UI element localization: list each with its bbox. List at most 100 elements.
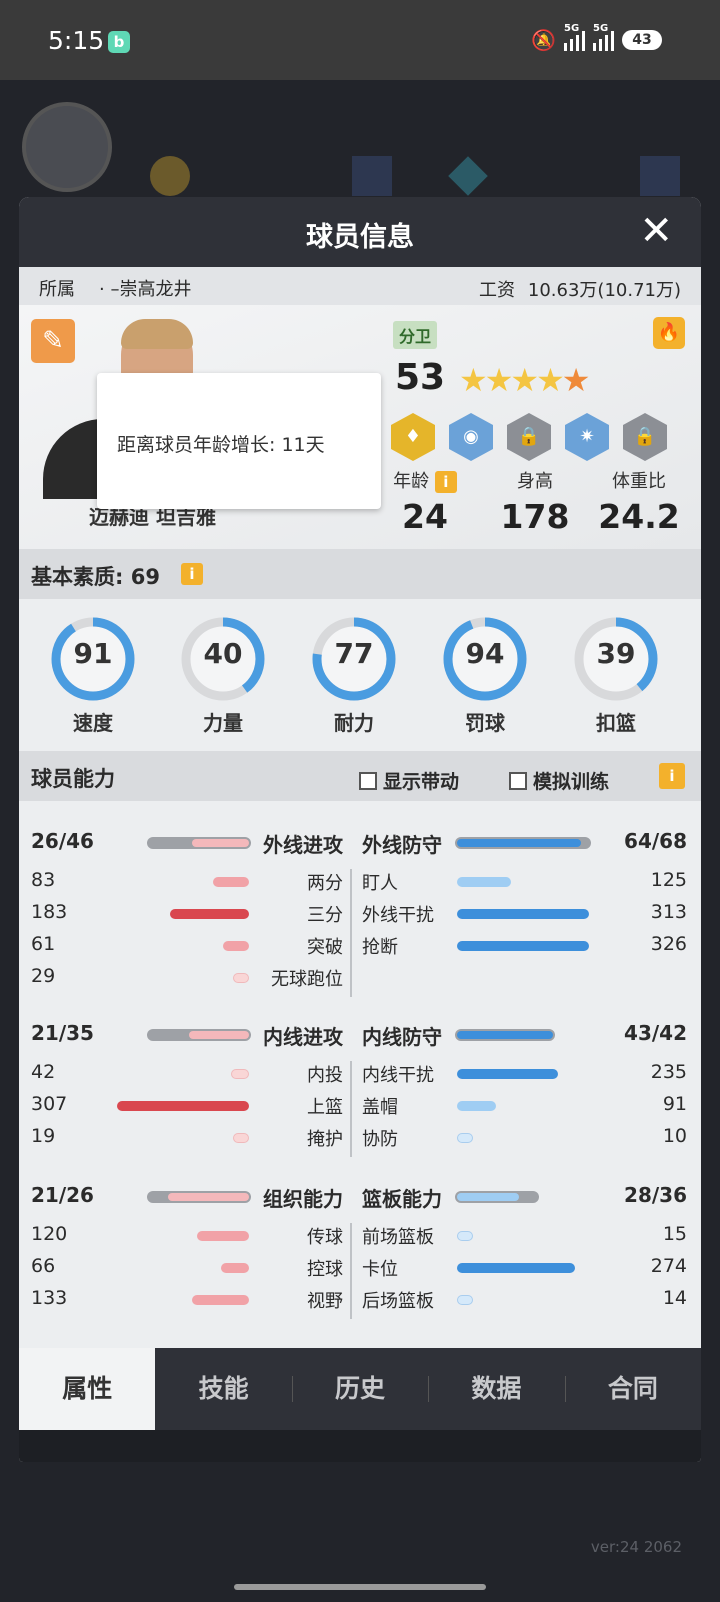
signal-5g-icon: 5G (564, 23, 585, 51)
abilities-header: 球员能力 显示带动 模拟训练 i (19, 751, 701, 801)
abilities-title: 球员能力 (31, 767, 115, 791)
locked-badge-icon[interactable]: 🔒 (507, 413, 551, 461)
trait-badge-web[interactable]: ✷ (565, 413, 609, 461)
gauge-label: 速度 (73, 711, 113, 735)
right-stat-value: 10 (662, 1125, 687, 1147)
right-stat-bar (457, 1231, 473, 1241)
left-stat-name: 传球 (307, 1227, 343, 1248)
left-stat-value: 183 (31, 901, 68, 923)
show-drive-checkbox[interactable]: 显示带动 (359, 767, 459, 794)
right-stat-bar (457, 1133, 473, 1143)
left-stat-value: 83 (31, 869, 56, 891)
age-info-icon[interactable]: i (434, 471, 457, 493)
group-left-bar (147, 837, 251, 849)
left-stat-value: 61 (31, 933, 56, 955)
mute-icon: 🔕 (531, 28, 556, 52)
right-stat-bar (457, 941, 589, 951)
tab-item[interactable]: 历史 (291, 1348, 428, 1430)
right-stat-value: 14 (662, 1287, 687, 1309)
right-stat-name: 后场篮板 (362, 1291, 434, 1312)
right-stat-value: 326 (650, 933, 687, 955)
coin-icon (150, 156, 190, 196)
edit-player-icon[interactable]: ✎ (31, 319, 75, 363)
right-stat-name: 内线干扰 (362, 1065, 434, 1086)
group-left-score: 21/26 (31, 1183, 94, 1207)
column-divider (350, 1061, 352, 1157)
basic-info-icon[interactable]: i (181, 563, 203, 585)
trait-badge-gold[interactable]: ♦ (391, 413, 435, 461)
player-info-modal: 球员信息 ✕ 所属 · –崇高龙井 工资 10.63万(10.71万) ✎ 迈赫… (19, 197, 701, 1462)
group-left-score: 21/35 (31, 1021, 94, 1045)
right-stat-bar (457, 909, 589, 919)
app-notification-icon: b (108, 31, 130, 53)
gauge-label: 力量 (203, 711, 243, 735)
gauge-item: 91 速度 (49, 615, 137, 736)
status-time: 5:15 (48, 26, 105, 55)
height-label: 身高 (517, 471, 553, 492)
left-stat-bar (230, 1069, 249, 1079)
team-logo (22, 102, 112, 192)
left-stat-name: 两分 (307, 873, 343, 894)
home-indicator[interactable] (234, 1584, 486, 1590)
fire-icon[interactable]: 🔥 (653, 317, 685, 349)
right-stat-name: 前场篮板 (362, 1227, 434, 1248)
gauge-value: 39 (596, 637, 636, 670)
position-badge: 分卫 (393, 321, 438, 349)
gauge-item: 39 扣篮 (572, 615, 660, 736)
left-stat-name: 三分 (307, 905, 343, 926)
group-right-bar (455, 1029, 555, 1041)
add-coin-button (352, 156, 392, 196)
bmi-value: 24.2 (598, 497, 680, 536)
bottom-nav-dim (19, 1430, 701, 1462)
gauge-label: 罚球 (465, 711, 505, 735)
right-stat-bar (457, 1263, 575, 1273)
left-stat-bar (191, 1295, 249, 1305)
left-stat-value: 42 (31, 1061, 56, 1083)
group-right-score: 43/42 (624, 1021, 687, 1045)
left-stat-bar (233, 973, 249, 983)
locked-badge-icon-2[interactable]: 🔒 (623, 413, 667, 461)
show-drive-label: 显示带动 (383, 771, 460, 793)
group-left-name: 外线进攻 (263, 833, 343, 857)
left-stat-bar (197, 1231, 249, 1241)
add-gem-button (640, 156, 680, 196)
player-profile: ✎ 迈赫迪 坦吉雅 距离球员年龄增长: 11天 分卫 🔥 53 ★★★★★ ♦ … (19, 305, 701, 549)
right-stat-bar (457, 1295, 473, 1305)
sim-train-checkbox[interactable]: 模拟训练 (509, 767, 609, 794)
right-stat-value: 235 (650, 1061, 687, 1083)
abilities-panel: 26/46 外线进攻 外线防守 64/68 83 两分 183 三分 61 突破 29 无球跑位 盯人 1… (19, 801, 701, 1371)
right-stat-value: 15 (662, 1223, 687, 1245)
age-tooltip: 距离球员年龄增长: 11天 (97, 373, 381, 509)
status-bar: 5:15 b 🔕 5G 5G 43 (0, 0, 720, 80)
left-stat-name: 控球 (307, 1259, 343, 1280)
team-label: 所属 (39, 279, 75, 300)
right-stat-value: 274 (650, 1255, 687, 1277)
gauge-value: 94 (465, 637, 505, 670)
group-right-score: 28/36 (624, 1183, 687, 1207)
abilities-info-icon[interactable]: i (659, 763, 685, 789)
group-right-score: 64/68 (624, 829, 687, 853)
tab-item[interactable]: 合同 (564, 1348, 701, 1430)
basic-quality-header: 基本素质: 69 i (19, 549, 701, 599)
right-stat-name: 外线干扰 (362, 905, 434, 926)
version-text: ver:24 2062 (590, 1538, 682, 1556)
left-stat-name: 无球跑位 (271, 969, 343, 990)
left-stat-name: 突破 (307, 937, 343, 958)
tab-item[interactable]: 技能 (155, 1348, 291, 1430)
group-right-name: 篮板能力 (362, 1187, 442, 1211)
left-stat-value: 133 (31, 1287, 68, 1309)
trait-badge-blue[interactable]: ◉ (449, 413, 493, 461)
height-value: 178 (500, 497, 570, 536)
right-stat-bar (457, 1101, 497, 1111)
tab-item[interactable]: 数据 (428, 1348, 564, 1430)
tab-item[interactable]: 属性 (19, 1348, 156, 1430)
left-stat-value: 19 (31, 1125, 56, 1147)
close-icon[interactable]: ✕ (639, 209, 673, 253)
left-stat-name: 掩护 (307, 1129, 343, 1150)
left-stat-value: 66 (31, 1255, 56, 1277)
gauge-label: 扣篮 (596, 711, 636, 735)
group-left-name: 内线进攻 (263, 1025, 343, 1049)
gauge-value: 40 (203, 637, 243, 670)
bmi-label: 体重比 (612, 471, 666, 492)
team-salary-bar: 所属 · –崇高龙井 工资 10.63万(10.71万) (19, 267, 701, 305)
